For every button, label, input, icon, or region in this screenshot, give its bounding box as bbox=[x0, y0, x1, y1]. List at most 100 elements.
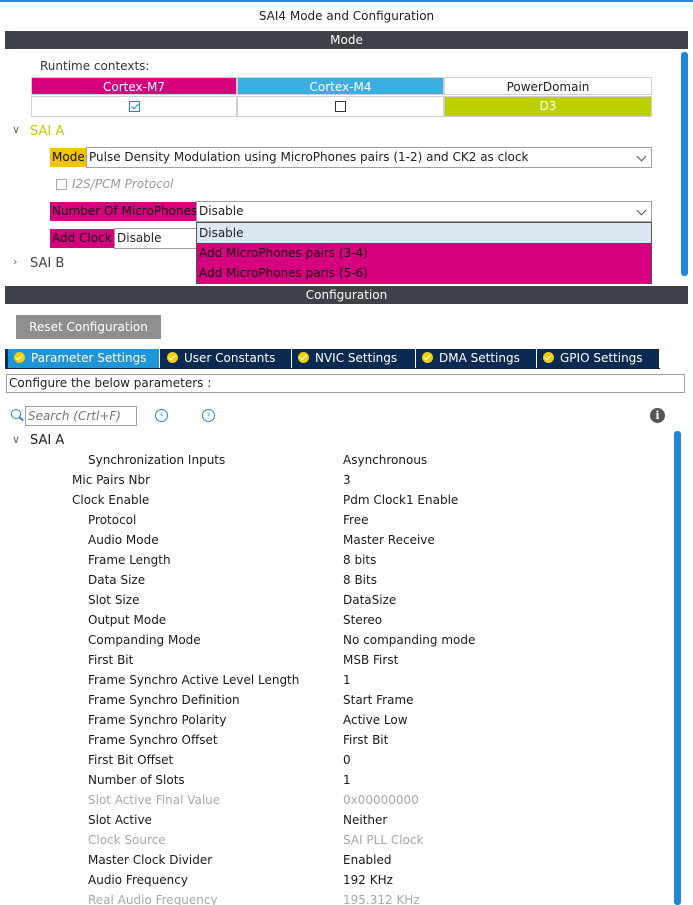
param-value[interactable]: Enabled bbox=[343, 850, 392, 870]
param-row[interactable]: Data Size 8 Bits bbox=[0, 570, 665, 590]
param-value[interactable]: Free bbox=[343, 510, 368, 530]
sai-b-label[interactable]: SAI B bbox=[30, 256, 64, 271]
tab-dma-settings[interactable]: DMA Settings bbox=[416, 349, 537, 368]
param-value[interactable]: No companding mode bbox=[343, 630, 475, 650]
param-value[interactable]: Asynchronous bbox=[343, 450, 427, 470]
param-value[interactable]: 8 Bits bbox=[343, 570, 377, 590]
param-value[interactable]: DataSize bbox=[343, 590, 396, 610]
param-value[interactable]: Pdm Clock1 Enable bbox=[343, 490, 458, 510]
i2s-checkbox-wrap[interactable] bbox=[56, 177, 67, 193]
param-value[interactable]: 8 bits bbox=[343, 550, 376, 570]
param-value[interactable]: First Bit bbox=[343, 730, 388, 750]
param-key: Frame Length bbox=[88, 553, 171, 567]
add-clock-select[interactable]: Disable bbox=[114, 228, 198, 249]
i2s-pcm-label: I2S/PCM Protocol bbox=[72, 177, 174, 191]
tab-label: GPIO Settings bbox=[560, 351, 643, 365]
param-value[interactable]: 0 bbox=[343, 750, 351, 770]
param-value[interactable]: Stereo bbox=[343, 610, 382, 630]
param-row[interactable]: Frame Synchro Offset First Bit bbox=[0, 730, 665, 750]
sai-a-params-expand-icon[interactable]: ∨ bbox=[12, 433, 20, 446]
param-key: Slot Size bbox=[88, 593, 140, 607]
param-value[interactable]: 195.312 KHz bbox=[343, 890, 420, 905]
sai-b-expand-icon[interactable]: › bbox=[13, 255, 17, 268]
sai-a-label[interactable]: SAI A bbox=[30, 124, 64, 139]
param-key: Clock Source bbox=[88, 833, 166, 847]
cortex-m4-checkbox[interactable] bbox=[335, 101, 346, 112]
param-value[interactable]: Master Receive bbox=[343, 530, 435, 550]
mode-select[interactable]: Pulse Density Modulation using MicroPhon… bbox=[86, 147, 652, 168]
tab-parameter-settings[interactable]: Parameter Settings bbox=[8, 349, 160, 368]
chevron-down-icon bbox=[636, 205, 647, 216]
param-value[interactable]: 192 KHz bbox=[343, 870, 393, 890]
param-row[interactable]: Audio Frequency 192 KHz bbox=[0, 870, 665, 890]
previous-icon[interactable]: ‹ bbox=[155, 409, 168, 422]
param-key: Frame Synchro Polarity bbox=[88, 713, 227, 727]
tab-label: Parameter Settings bbox=[31, 351, 147, 365]
microphones-select[interactable]: Disable bbox=[196, 201, 652, 222]
param-row[interactable]: Slot Active Neither bbox=[0, 810, 665, 830]
sai-a-expand-icon[interactable]: ∨ bbox=[12, 123, 20, 136]
tab-label: NVIC Settings bbox=[315, 351, 398, 365]
param-row[interactable]: Output Mode Stereo bbox=[0, 610, 665, 630]
param-value[interactable]: 3 bbox=[343, 470, 351, 490]
context-powerdomain-header: PowerDomain bbox=[444, 77, 652, 95]
param-row[interactable]: Protocol Free bbox=[0, 510, 665, 530]
param-row[interactable]: Mic Pairs Nbr 3 bbox=[0, 470, 665, 490]
param-value[interactable]: Active Low bbox=[343, 710, 408, 730]
context-cortex-m7-header: Cortex-M7 bbox=[31, 77, 237, 95]
param-value[interactable]: 1 bbox=[343, 770, 351, 790]
param-key: Companding Mode bbox=[88, 633, 201, 647]
tab-user-constants[interactable]: User Constants bbox=[161, 349, 292, 368]
param-row[interactable]: Frame Synchro Polarity Active Low bbox=[0, 710, 665, 730]
param-row[interactable]: Frame Length 8 bits bbox=[0, 550, 665, 570]
param-value[interactable]: MSB First bbox=[343, 650, 398, 670]
param-row[interactable]: Master Clock Divider Enabled bbox=[0, 850, 665, 870]
param-value[interactable]: 0x00000000 bbox=[343, 790, 419, 810]
param-row[interactable]: Slot Size DataSize bbox=[0, 590, 665, 610]
sai-a-params-label[interactable]: SAI A bbox=[30, 433, 64, 448]
mode-scrollbar[interactable] bbox=[681, 52, 688, 276]
mode-label: Mode bbox=[50, 148, 87, 167]
param-value[interactable]: Neither bbox=[343, 810, 387, 830]
check-circle-icon bbox=[543, 352, 554, 363]
param-row[interactable]: Companding Mode No companding mode bbox=[0, 630, 665, 650]
param-value[interactable]: SAI PLL Clock bbox=[343, 830, 423, 850]
dropdown-option-disable[interactable]: Disable bbox=[197, 223, 651, 243]
tab-label: DMA Settings bbox=[439, 351, 520, 365]
param-row[interactable]: Real Audio Frequency 195.312 KHz bbox=[0, 890, 665, 905]
check-circle-icon bbox=[422, 352, 433, 363]
param-value[interactable]: 1 bbox=[343, 670, 351, 690]
i2s-pcm-checkbox[interactable] bbox=[56, 179, 67, 190]
microphones-dropdown-list: Disable Add MicroPhones pairs (3-4) Add … bbox=[196, 222, 652, 284]
context-cortex-m4-cell bbox=[237, 96, 444, 117]
params-scrollbar[interactable] bbox=[674, 431, 681, 905]
param-row[interactable]: Frame Synchro Active Level Length 1 bbox=[0, 670, 665, 690]
param-row[interactable]: Slot Active Final Value 0x00000000 bbox=[0, 790, 665, 810]
param-row[interactable]: Clock Enable Pdm Clock1 Enable bbox=[0, 490, 665, 510]
param-row[interactable]: Clock Source SAI PLL Clock bbox=[0, 830, 665, 850]
dropdown-option-pairs-5-6[interactable]: Add MicroPhones paris (5-6) bbox=[197, 263, 651, 283]
parameters-hint: Configure the below parameters : bbox=[6, 374, 685, 393]
next-icon[interactable]: › bbox=[202, 409, 215, 422]
reset-configuration-button[interactable]: Reset Configuration bbox=[16, 315, 161, 339]
info-icon[interactable]: i bbox=[650, 408, 665, 423]
dropdown-option-pairs-3-4[interactable]: Add MicroPhones pairs (3-4) bbox=[197, 243, 651, 263]
param-key: Frame Synchro Offset bbox=[88, 733, 218, 747]
param-row[interactable]: Frame Synchro Definition Start Frame bbox=[0, 690, 665, 710]
param-row[interactable]: Audio Mode Master Receive bbox=[0, 530, 665, 550]
param-row[interactable]: First Bit Offset 0 bbox=[0, 750, 665, 770]
param-row[interactable]: Synchronization Inputs Asynchronous bbox=[0, 450, 665, 470]
param-key: Protocol bbox=[88, 513, 137, 527]
param-row[interactable]: First Bit MSB First bbox=[0, 650, 665, 670]
tab-label: User Constants bbox=[184, 351, 276, 365]
tab-gpio-settings[interactable]: GPIO Settings bbox=[537, 349, 660, 368]
param-row[interactable]: Number of Slots 1 bbox=[0, 770, 665, 790]
cortex-m7-checkbox[interactable] bbox=[128, 101, 140, 112]
microphones-select-value: Disable bbox=[199, 204, 244, 218]
search-input[interactable] bbox=[25, 406, 137, 426]
window-top-border bbox=[0, 0, 693, 2]
param-value[interactable]: Start Frame bbox=[343, 690, 414, 710]
param-key: First Bit Offset bbox=[88, 753, 174, 767]
tab-nvic-settings[interactable]: NVIC Settings bbox=[292, 349, 416, 368]
param-key: Synchronization Inputs bbox=[88, 453, 226, 467]
